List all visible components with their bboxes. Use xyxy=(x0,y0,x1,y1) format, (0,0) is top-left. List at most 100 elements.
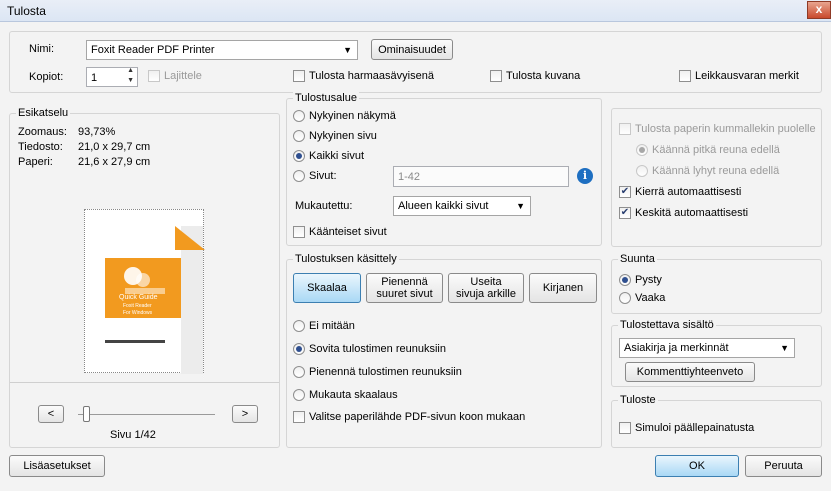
radio-circle-selected xyxy=(619,274,631,286)
print-as-image-label: Tulosta kuvana xyxy=(506,70,581,82)
window-title: Tulosta xyxy=(7,4,46,18)
custom-range-select[interactable]: Alueen kaikki sivut ▼ xyxy=(393,196,531,216)
print-range-legend: Tulostusalue xyxy=(293,92,359,104)
radio-circle xyxy=(293,170,305,182)
simulate-overprint-checkbox[interactable]: Simuloi päällepainatusta xyxy=(619,422,754,434)
print-dialog: Nimi: Foxit Reader PDF Printer ▼ Ominais… xyxy=(0,22,831,491)
copies-label: Kopiot: xyxy=(29,71,64,83)
printer-select[interactable]: Foxit Reader PDF Printer ▼ xyxy=(86,40,358,60)
fit-margins-label: Sovita tulostimen reunuksiin xyxy=(309,343,446,355)
duplex-group: Tulosta paperin kummallekin puolelle Kää… xyxy=(611,108,822,247)
checkbox-box xyxy=(148,70,160,82)
pages-range-input[interactable]: 1-42 xyxy=(393,166,569,187)
close-icon[interactable]: x xyxy=(807,1,831,19)
collate-checkbox[interactable]: Lajittele xyxy=(148,70,202,82)
reverse-pages-checkbox[interactable]: Käänteiset sivut xyxy=(293,226,387,238)
pages-label: Sivut: xyxy=(309,170,337,182)
radio-flip-long-edge[interactable]: Käännä pitkä reuna edellä xyxy=(636,144,780,156)
paper-source-label: Valitse paperilähde PDF-sivun koon mukaa… xyxy=(309,411,526,423)
advanced-settings-button[interactable]: Lisäasetukset xyxy=(9,455,105,477)
custom-label: Mukautettu: xyxy=(295,200,353,212)
spinner-arrows-icon[interactable]: ▲ ▼ xyxy=(127,66,134,86)
grayscale-label: Tulosta harmaasävyisenä xyxy=(309,70,434,82)
radio-circle xyxy=(293,366,305,378)
page-slider-handle[interactable] xyxy=(83,406,90,422)
previous-page-button[interactable]: < xyxy=(38,405,64,423)
auto-center-checkbox[interactable]: ✔ Keskitä automaattisesti xyxy=(619,207,748,219)
printer-name-label: Nimi: xyxy=(29,43,55,55)
cover-subtitle-1: Foxit Reader xyxy=(123,303,152,309)
orientation-legend: Suunta xyxy=(618,253,657,265)
crop-marks-checkbox[interactable]: Leikkausvaran merkit xyxy=(679,70,799,82)
tab-multiple-pages[interactable]: Useita sivuja arkille xyxy=(448,273,524,303)
tab-scale[interactable]: Skaalaa xyxy=(293,273,361,303)
print-as-image-checkbox[interactable]: Tulosta kuvana xyxy=(490,70,580,82)
orientation-group: Suunta Pysty Vaaka xyxy=(611,253,822,314)
title-bar: Tulosta x xyxy=(0,0,831,22)
radio-circle-selected xyxy=(293,150,305,162)
content-select-value: Asiakirja ja merkinnät xyxy=(624,342,729,354)
checkbox-box xyxy=(619,422,631,434)
radio-landscape[interactable]: Vaaka xyxy=(619,292,665,304)
properties-button[interactable]: Ominaisuudet xyxy=(371,39,453,60)
zoom-label: Zoomaus: xyxy=(18,126,67,138)
radio-all-pages[interactable]: Kaikki sivut xyxy=(293,150,364,162)
radio-fit-printer-margins[interactable]: Sovita tulostimen reunuksiin xyxy=(293,343,446,355)
radio-current-view[interactable]: Nykyinen näkymä xyxy=(293,110,396,122)
crop-marks-label: Leikkausvaran merkit xyxy=(695,70,799,82)
auto-rotate-checkbox[interactable]: ✔ Kierrä automaattisesti xyxy=(619,186,741,198)
radio-circle xyxy=(293,320,305,332)
checkbox-box xyxy=(293,70,305,82)
next-page-button[interactable]: > xyxy=(232,405,258,423)
radio-shrink-printer-margins[interactable]: Pienennä tulostimen reunuksiin xyxy=(293,366,462,378)
checkbox-box xyxy=(293,411,305,423)
radio-circle-selected xyxy=(293,343,305,355)
reverse-pages-label: Käänteiset sivut xyxy=(309,226,387,238)
copies-value: 1 xyxy=(91,72,98,84)
short-edge-label: Käännä lyhyt reuna edellä xyxy=(652,165,780,177)
scale-none-label: Ei mitään xyxy=(309,320,355,332)
paper-size-label: Paperi: xyxy=(18,156,53,168)
page-handling-legend: Tulostuksen käsittely xyxy=(293,253,399,265)
zoom-value: 93,73% xyxy=(78,126,116,138)
chevron-down-icon: ▼ xyxy=(516,201,525,211)
paper-size-value: 21,6 x 27,9 cm xyxy=(78,156,151,168)
grayscale-checkbox[interactable]: Tulosta harmaasävyisenä xyxy=(293,70,434,82)
custom-scale-label: Mukauta skaalaus xyxy=(309,389,398,401)
content-select[interactable]: Asiakirja ja merkinnät ▼ xyxy=(619,338,795,358)
radio-current-page[interactable]: Nykyinen sivu xyxy=(293,130,377,142)
current-view-label: Nykyinen näkymä xyxy=(309,110,396,122)
radio-portrait[interactable]: Pysty xyxy=(619,274,662,286)
ok-button[interactable]: OK xyxy=(655,455,739,477)
radio-circle xyxy=(619,292,631,304)
auto-rotate-label: Kierrä automaattisesti xyxy=(635,186,742,198)
radio-pages[interactable]: Sivut: xyxy=(293,170,337,182)
checkbox-box xyxy=(490,70,502,82)
print-both-sides-checkbox[interactable]: Tulosta paperin kummallekin puolelle xyxy=(619,123,816,135)
radio-flip-short-edge[interactable]: Käännä lyhyt reuna edellä xyxy=(636,165,779,177)
checkmark-icon: ✔ xyxy=(619,207,631,219)
auto-center-label: Keskitä automaattisesti xyxy=(635,207,749,219)
radio-circle xyxy=(636,165,648,177)
both-sides-label: Tulosta paperin kummallekin puolelle xyxy=(635,123,816,135)
cover-title: Quick Guide xyxy=(119,294,158,301)
file-size-label: Tiedosto: xyxy=(18,141,63,153)
radio-custom-scale[interactable]: Mukauta skaalaus xyxy=(293,389,398,401)
print-content-legend: Tulostettava sisältö xyxy=(618,319,716,331)
landscape-label: Vaaka xyxy=(635,292,666,304)
radio-circle xyxy=(293,130,305,142)
comment-summary-button[interactable]: Kommenttiyhteenveto xyxy=(625,362,755,382)
tab-shrink-large-pages[interactable]: Pienennä suuret sivut xyxy=(366,273,443,303)
paper-source-checkbox[interactable]: Valitse paperilähde PDF-sivun koon mukaa… xyxy=(293,411,525,423)
info-icon[interactable]: i xyxy=(577,168,593,184)
simulate-overprint-label: Simuloi päällepainatusta xyxy=(635,422,755,434)
radio-circle-selected xyxy=(636,144,648,156)
collate-label: Lajittele xyxy=(164,70,202,82)
copies-input[interactable]: 1 ▲ ▼ xyxy=(86,67,138,87)
page-slider-track[interactable] xyxy=(78,414,215,415)
tab-booklet[interactable]: Kirjanen xyxy=(529,273,597,303)
radio-scale-none[interactable]: Ei mitään xyxy=(293,320,355,332)
current-page-label: Nykyinen sivu xyxy=(309,130,377,142)
portrait-label: Pysty xyxy=(635,274,662,286)
cancel-button[interactable]: Peruuta xyxy=(745,455,822,477)
